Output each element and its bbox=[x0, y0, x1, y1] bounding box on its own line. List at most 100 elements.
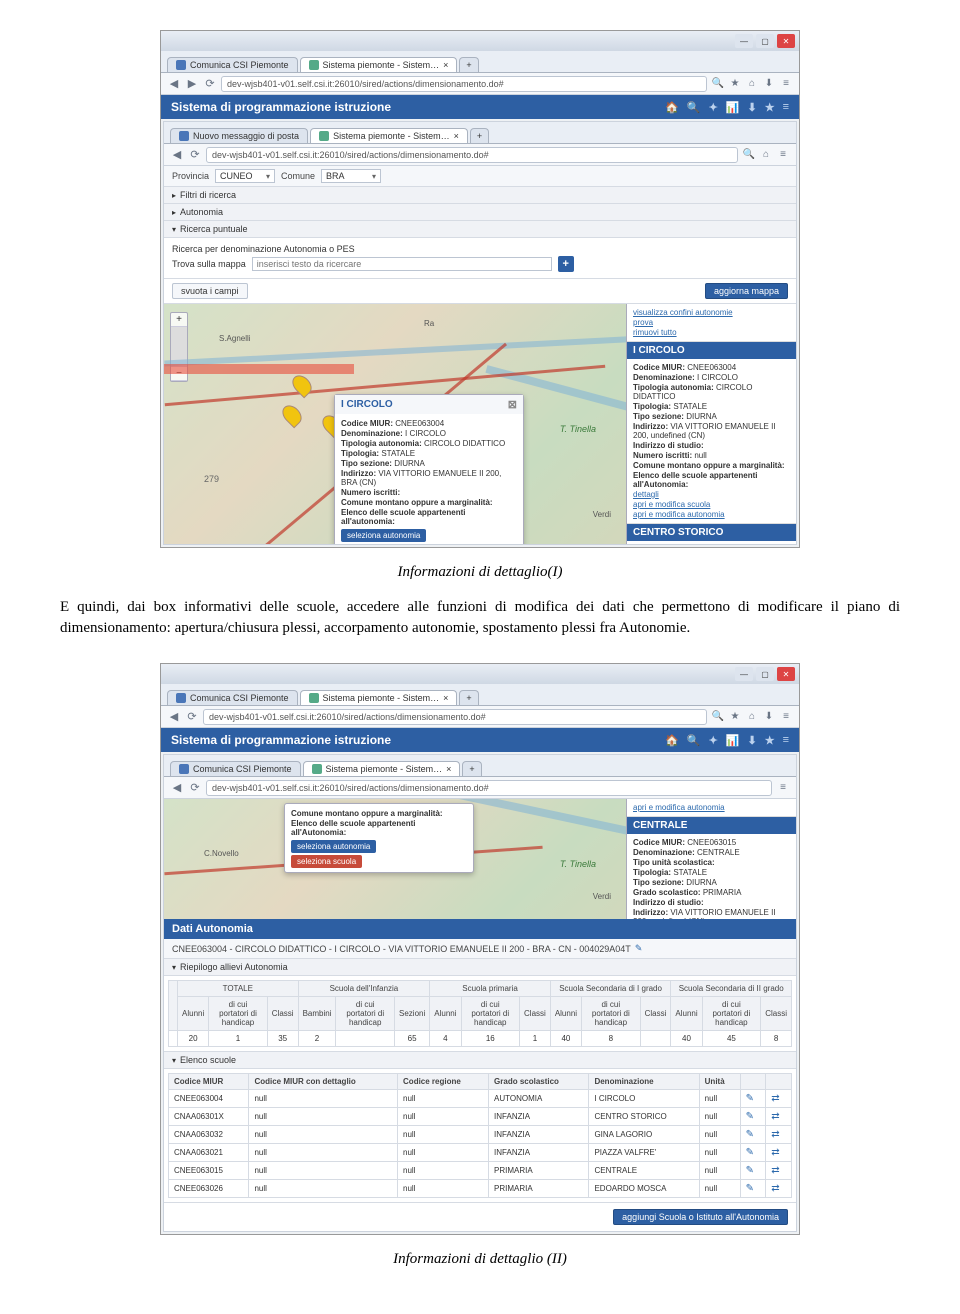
add-button[interactable]: + bbox=[558, 256, 574, 272]
tab-1[interactable]: Comunica CSI Piemonte bbox=[167, 57, 298, 72]
move-icon[interactable]: ⇄ bbox=[766, 1144, 792, 1162]
link-prova[interactable]: prova bbox=[633, 318, 790, 327]
provincia-select[interactable]: CUNEO▾ bbox=[215, 169, 275, 183]
edit-icon[interactable]: ✎ bbox=[740, 1180, 766, 1198]
inner-tab-1[interactable]: Comunica CSI Piemonte bbox=[170, 761, 301, 776]
tab-2[interactable]: Sistema piemonte - Sistem… × bbox=[300, 690, 458, 705]
forward-icon[interactable]: ▶ bbox=[185, 77, 199, 91]
menu-icon[interactable]: ≡ bbox=[776, 148, 790, 162]
bookmark-icon[interactable]: ★ bbox=[728, 710, 742, 724]
url-input[interactable]: dev-wjsb401-v01.self.csi.it:26010/sired/… bbox=[203, 709, 707, 725]
icon[interactable]: 🏠 bbox=[665, 734, 679, 747]
inner-url-input[interactable]: dev-wjsb401-v01.self.csi.it:26010/sired/… bbox=[206, 147, 738, 163]
icon[interactable]: 🔍 bbox=[687, 734, 701, 747]
icon[interactable]: ★ bbox=[765, 101, 775, 114]
window-max-icon[interactable]: ▢ bbox=[756, 34, 774, 48]
home-icon[interactable]: ⌂ bbox=[745, 77, 759, 91]
search-icon[interactable]: 🔍 bbox=[711, 710, 725, 724]
inner-tab-1[interactable]: Nuovo messaggio di posta bbox=[170, 128, 308, 143]
seleziona-autonomia-button[interactable]: seleziona autonomia bbox=[341, 529, 426, 542]
move-icon[interactable]: ⇄ bbox=[766, 1126, 792, 1144]
window-close-icon[interactable]: ✕ bbox=[777, 667, 795, 681]
map-marker-icon[interactable] bbox=[279, 402, 306, 429]
inner-tab-2[interactable]: Sistema piemonte - Sistem… × bbox=[310, 128, 468, 143]
inner-url-input[interactable]: dev-wjsb401-v01.self.csi.it:26010/sired/… bbox=[206, 780, 772, 796]
icon[interactable]: ★ bbox=[765, 734, 775, 747]
home-icon[interactable]: ⌂ bbox=[759, 148, 773, 162]
move-icon[interactable]: ⇄ bbox=[766, 1180, 792, 1198]
inner-tab-new[interactable]: + bbox=[462, 761, 481, 776]
tab-1[interactable]: Comunica CSI Piemonte bbox=[167, 690, 298, 705]
reload-icon[interactable]: ⟳ bbox=[188, 148, 202, 162]
icon[interactable]: 📊 bbox=[726, 101, 740, 114]
menu-icon[interactable]: ≡ bbox=[779, 710, 793, 724]
tab-2[interactable]: Sistema piemonte - Sistem… × bbox=[300, 57, 458, 72]
menu-icon[interactable]: ≡ bbox=[776, 781, 790, 795]
window-close-icon[interactable]: ✕ bbox=[777, 34, 795, 48]
window-max-icon[interactable]: ▢ bbox=[756, 667, 774, 681]
edit-icon[interactable]: ✎ bbox=[740, 1108, 766, 1126]
reload-icon[interactable]: ⟳ bbox=[188, 781, 202, 795]
back-icon[interactable]: ◀ bbox=[167, 77, 181, 91]
link-rimuovi[interactable]: rimuovi tutto bbox=[633, 328, 790, 337]
map[interactable]: T. Tinella Verdi C.Novello Comune montan… bbox=[164, 799, 796, 919]
aggiungi-scuola-button[interactable]: aggiungi Scuola o Istituto all'Autonomia bbox=[613, 1209, 788, 1225]
edit-icon[interactable]: ✎ bbox=[740, 1126, 766, 1144]
edit-icon[interactable]: ✎ bbox=[740, 1144, 766, 1162]
map[interactable]: + − 279 S.Agnelli Ra T. Tinella Verdi bbox=[164, 304, 796, 544]
bookmark-icon[interactable]: ★ bbox=[728, 77, 742, 91]
seleziona-autonomia-button[interactable]: seleziona autonomia bbox=[291, 840, 376, 853]
inner-tab-new[interactable]: + bbox=[470, 128, 489, 143]
link-modifica-scuola[interactable]: apri e modifica scuola bbox=[633, 500, 790, 509]
icon[interactable]: 🏠 bbox=[665, 101, 679, 114]
link-modifica-autonomia[interactable]: apri e modifica autonomia bbox=[633, 803, 790, 812]
edit-icon[interactable]: ✎ bbox=[635, 943, 643, 954]
seleziona-scuola-button[interactable]: seleziona scuola bbox=[291, 855, 362, 868]
close-icon[interactable]: ⊠ bbox=[508, 398, 517, 411]
window-min-icon[interactable]: — bbox=[735, 667, 753, 681]
tab-close-icon[interactable]: × bbox=[446, 764, 451, 774]
link-modifica-autonomia[interactable]: apri e modifica autonomia bbox=[633, 510, 790, 519]
reload-icon[interactable]: ⟳ bbox=[203, 77, 217, 91]
filtri-header[interactable]: ▸Filtri di ricerca bbox=[164, 187, 796, 204]
link-confini[interactable]: visualizza confini autonomie bbox=[633, 308, 790, 317]
inner-tab-2[interactable]: Sistema piemonte - Sistem… × bbox=[303, 761, 461, 776]
tab-new[interactable]: + bbox=[459, 57, 478, 72]
reload-icon[interactable]: ⟳ bbox=[185, 710, 199, 724]
autonomia-header[interactable]: ▸Autonomia bbox=[164, 204, 796, 221]
icon[interactable]: ✦ bbox=[709, 734, 718, 747]
back-icon[interactable]: ◀ bbox=[170, 148, 184, 162]
window-min-icon[interactable]: — bbox=[735, 34, 753, 48]
elenco-header[interactable]: ▾Elenco scuole bbox=[164, 1052, 796, 1069]
search-input[interactable] bbox=[252, 257, 552, 271]
icon[interactable]: ⬇ bbox=[747, 101, 756, 114]
move-icon[interactable]: ⇄ bbox=[766, 1162, 792, 1180]
back-icon[interactable]: ◀ bbox=[167, 710, 181, 724]
edit-icon[interactable]: ✎ bbox=[740, 1090, 766, 1108]
tab-new[interactable]: + bbox=[459, 690, 478, 705]
tab-close-icon[interactable]: × bbox=[443, 693, 448, 703]
download-icon[interactable]: ⬇ bbox=[762, 710, 776, 724]
icon[interactable]: ⬇ bbox=[747, 734, 756, 747]
riepilogo-header[interactable]: ▾Riepilogo allievi Autonomia bbox=[164, 959, 796, 976]
icon[interactable]: ✦ bbox=[709, 101, 718, 114]
ricerca-header[interactable]: ▾Ricerca puntuale bbox=[164, 221, 796, 238]
back-icon[interactable]: ◀ bbox=[170, 781, 184, 795]
menu-icon[interactable]: ≡ bbox=[779, 77, 793, 91]
icon[interactable]: 📊 bbox=[726, 734, 740, 747]
download-icon[interactable]: ⬇ bbox=[762, 77, 776, 91]
icon[interactable]: 🔍 bbox=[687, 101, 701, 114]
move-icon[interactable]: ⇄ bbox=[766, 1108, 792, 1126]
move-icon[interactable]: ⇄ bbox=[766, 1090, 792, 1108]
search-icon[interactable]: 🔍 bbox=[711, 77, 725, 91]
icon[interactable]: ≡ bbox=[783, 101, 789, 114]
home-icon[interactable]: ⌂ bbox=[745, 710, 759, 724]
svuota-button[interactable]: svuota i campi bbox=[172, 283, 248, 299]
link-dettagli[interactable]: dettagli bbox=[633, 490, 790, 499]
search-icon[interactable]: 🔍 bbox=[742, 148, 756, 162]
icon[interactable]: ≡ bbox=[783, 734, 789, 747]
zoom-in-icon[interactable]: + bbox=[171, 313, 187, 327]
tab-close-icon[interactable]: × bbox=[443, 60, 448, 70]
url-input[interactable]: dev-wjsb401-v01.self.csi.it:26010/sired/… bbox=[221, 76, 707, 92]
edit-icon[interactable]: ✎ bbox=[740, 1162, 766, 1180]
